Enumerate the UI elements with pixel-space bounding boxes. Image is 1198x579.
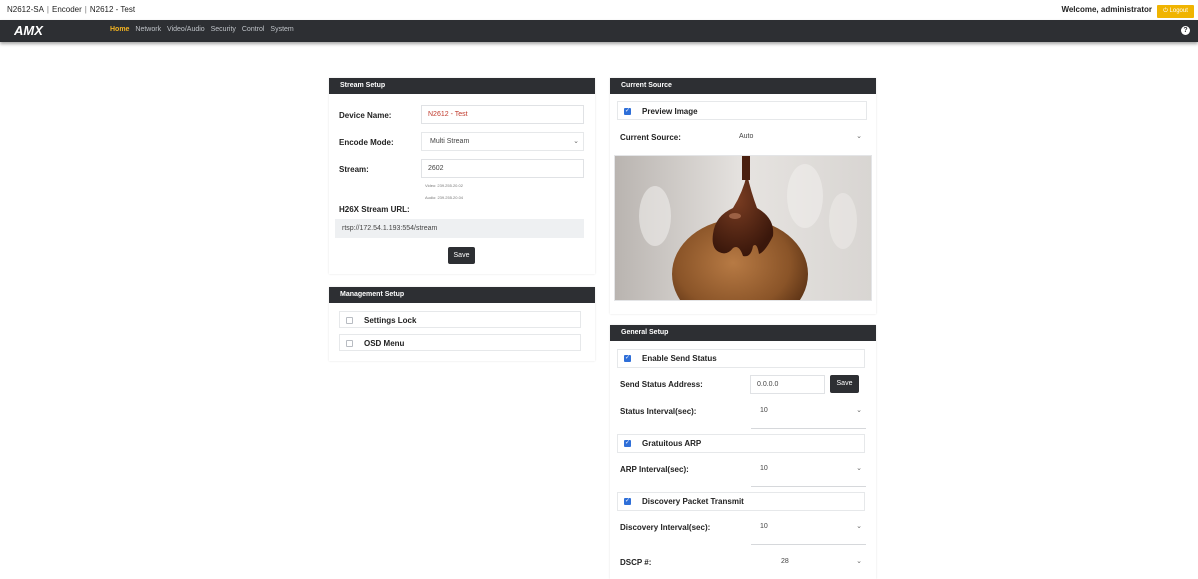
help-icon[interactable]: ? — [1181, 26, 1190, 35]
preview-image-row[interactable]: Preview Image — [617, 101, 867, 120]
encode-mode-value: Multi Stream — [430, 138, 470, 145]
dscp-label: DSCP #: — [620, 558, 652, 567]
logout-button[interactable]: ⏻ Logout — [1157, 5, 1194, 18]
logout-label: Logout — [1169, 8, 1188, 14]
stream-save-button[interactable]: Save — [448, 247, 475, 264]
gratuitous-arp-checkbox[interactable] — [624, 439, 631, 447]
send-status-address-input[interactable]: 0.0.0.0 — [750, 375, 825, 394]
gratuitous-arp-label: Gratuitous ARP — [642, 439, 702, 448]
chevron-down-icon: ⌄ — [856, 465, 862, 472]
welcome-text: Welcome, administrator — [1061, 5, 1152, 14]
stream-input[interactable]: 2602 — [421, 159, 584, 178]
osd-menu-row[interactable]: OSD Menu — [339, 334, 581, 351]
arp-interval-select[interactable]: 10 ⌄ — [751, 459, 867, 478]
logout-icon: ⏻ — [1163, 8, 1168, 14]
nav-control[interactable]: Control — [242, 26, 265, 33]
nav-menu: Home Network Video/Audio Security Contro… — [110, 26, 298, 33]
gratuitous-arp-row[interactable]: Gratuitous ARP — [617, 434, 865, 453]
osd-menu-label: OSD Menu — [364, 339, 405, 348]
nav-system[interactable]: System — [270, 26, 293, 33]
stream-label: Stream: — [339, 165, 369, 174]
current-source-select[interactable]: Auto ⌄ — [730, 127, 867, 146]
settings-lock-checkbox[interactable] — [346, 317, 353, 324]
arp-interval-label: ARP Interval(sec): — [620, 465, 689, 474]
nav-security[interactable]: Security — [211, 26, 236, 33]
discovery-packet-label: Discovery Packet Transmit — [642, 497, 744, 506]
osd-menu-checkbox[interactable] — [346, 340, 353, 347]
chevron-down-icon: ⌄ — [856, 407, 862, 414]
current-source-value: Auto — [739, 133, 754, 140]
breadcrumb-role: Encoder — [52, 5, 82, 14]
stream-url-field: rtsp://172.54.1.193:554/stream — [335, 219, 584, 238]
stream-url-label: H26X Stream URL: — [339, 205, 410, 214]
preview-image-graphic — [615, 156, 871, 300]
chevron-down-icon: ⌄ — [856, 523, 862, 530]
dscp-value: 28 — [781, 558, 789, 565]
send-status-address-label: Send Status Address: — [620, 380, 703, 389]
chevron-down-icon: ⌄ — [856, 558, 862, 565]
general-setup-title: General Setup — [610, 325, 876, 341]
preview-image — [614, 155, 872, 301]
chevron-down-icon: ⌄ — [856, 133, 862, 140]
svg-text:AMX: AMX — [14, 24, 44, 37]
discovery-interval-value: 10 — [760, 523, 768, 530]
encode-mode-label: Encode Mode: — [339, 138, 394, 147]
top-strip: N2612-SA | Encoder | N2612 - Test Welcome, a… — [0, 0, 1198, 20]
nav-video-audio[interactable]: Video/Audio — [167, 26, 205, 33]
amx-logo: AMX — [14, 24, 44, 37]
status-interval-label: Status Interval(sec): — [620, 407, 697, 416]
encode-mode-select[interactable]: Multi Stream ⌄ — [421, 132, 584, 151]
breadcrumb-device: N2612-SA — [7, 5, 44, 14]
preview-image-label: Preview Image — [642, 107, 698, 116]
audio-multicast-note: Audio: 239.255.20.04 — [425, 195, 464, 200]
nav-home[interactable]: Home — [110, 26, 129, 33]
nav-network[interactable]: Network — [135, 26, 161, 33]
breadcrumb: N2612-SA | Encoder | N2612 - Test — [7, 5, 136, 14]
send-status-save-button[interactable]: Save — [830, 375, 859, 393]
chevron-down-icon: ⌄ — [573, 138, 579, 145]
discovery-interval-select[interactable]: 10 ⌄ — [751, 517, 867, 536]
status-interval-value: 10 — [760, 407, 768, 414]
settings-lock-label: Settings Lock — [364, 316, 417, 325]
device-name-label: Device Name: — [339, 111, 392, 120]
divider — [751, 428, 866, 429]
stream-setup-title: Stream Setup — [329, 78, 595, 94]
navbar: AMX Home Network Video/Audio Security Co… — [0, 20, 1198, 42]
dscp-select[interactable]: 28 ⌄ — [772, 552, 867, 571]
discovery-packet-row[interactable]: Discovery Packet Transmit — [617, 492, 865, 511]
enable-send-status-row[interactable]: Enable Send Status — [617, 349, 865, 368]
preview-image-checkbox[interactable] — [624, 107, 631, 115]
management-setup-title: Management Setup — [329, 287, 595, 303]
current-source-title: Current Source — [610, 78, 876, 94]
divider — [751, 544, 866, 545]
breadcrumb-name: N2612 - Test — [89, 5, 136, 14]
video-multicast-note: Video: 239.255.20.02 — [425, 183, 463, 188]
enable-send-status-label: Enable Send Status — [642, 354, 717, 363]
divider — [751, 486, 866, 487]
device-name-input[interactable]: N2612 - Test — [421, 105, 584, 124]
arp-interval-value: 10 — [760, 465, 768, 472]
settings-lock-row[interactable]: Settings Lock — [339, 311, 581, 328]
discovery-interval-label: Discovery Interval(sec): — [620, 523, 711, 532]
discovery-packet-checkbox[interactable] — [624, 497, 631, 505]
current-source-label: Current Source: — [620, 133, 681, 142]
status-interval-select[interactable]: 10 ⌄ — [751, 401, 867, 420]
enable-send-status-checkbox[interactable] — [624, 354, 631, 362]
